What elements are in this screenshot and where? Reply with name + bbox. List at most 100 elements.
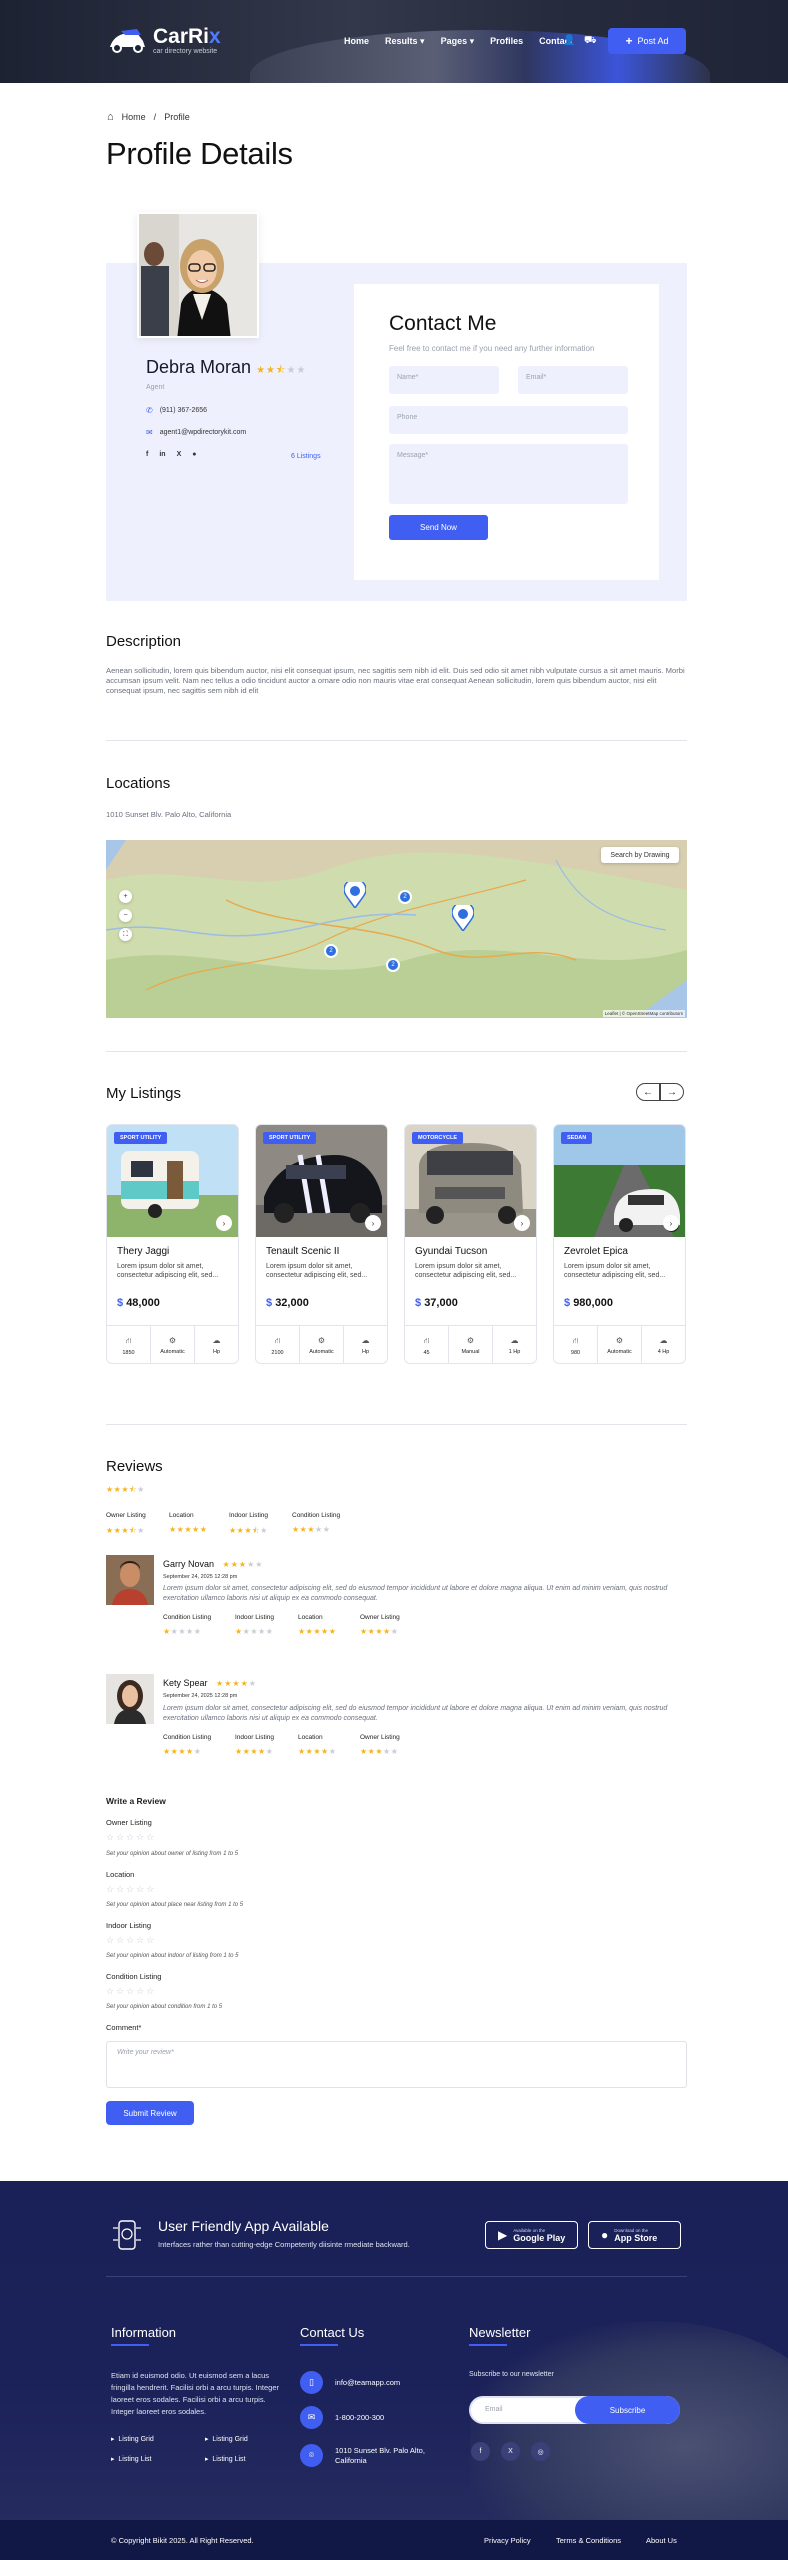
search-by-drawing-button[interactable]: Search by Drawing <box>601 847 679 863</box>
listing-price: $ 37,000 <box>415 1297 458 1309</box>
footer-link[interactable]: ▸ Listing Grid <box>205 2435 248 2443</box>
linkedin-icon[interactable]: in <box>159 451 165 458</box>
listing-card[interactable]: SPORT UTILITY › Tenault Scenic II Lorem … <box>255 1124 388 1364</box>
instagram-icon[interactable]: ◎ <box>531 2442 550 2461</box>
spec-transmission: ⚙ Manual <box>449 1326 493 1363</box>
map-attribution[interactable]: Leaflet | © OpenStreetMap contributors <box>602 1010 685 1017</box>
x-icon[interactable]: X <box>501 2442 520 2461</box>
nav-profiles[interactable]: Profiles <box>490 36 523 47</box>
tiktok-icon[interactable]: ● <box>192 451 196 458</box>
car-compare-icon[interactable]: ⛟ <box>584 35 597 48</box>
rating-stars: ★★★★★ <box>298 1627 337 1636</box>
listing-card[interactable]: SEDAN › Zevrolet Epica Lorem ipsum dolor… <box>553 1124 686 1364</box>
gearbox-icon: ⚙ <box>317 1336 326 1345</box>
listing-specs: ⛙ 1850 ⚙ Automatic ☁ Hp <box>107 1325 238 1363</box>
about-us-link[interactable]: About Us <box>646 2536 677 2545</box>
send-now-button[interactable]: Send Now <box>389 515 488 540</box>
location-icon: ⌾ <box>300 2444 323 2467</box>
footer-address: 1010 Sunset Blv. Palo Alto, California <box>335 2446 425 2465</box>
contact-message-input[interactable]: Message* <box>389 444 628 504</box>
nav-results[interactable]: Results ▾ <box>385 36 425 47</box>
google-play-button[interactable]: ▶ Available on the Google Play <box>485 2221 578 2249</box>
footer-phone[interactable]: 1-800-200-300 <box>335 2413 384 2423</box>
review-stars: ★★★★★ <box>216 1679 257 1688</box>
breadcrumb-separator: / <box>153 112 157 122</box>
map-cluster[interactable]: 2 <box>324 944 338 958</box>
footer-link[interactable]: ▸ Listing List <box>111 2455 151 2463</box>
rating-label: Owner Listing <box>360 1614 400 1621</box>
listing-name[interactable]: Gyundai Tucson <box>415 1246 487 1257</box>
x-icon[interactable]: X <box>177 451 182 458</box>
map-marker-icon[interactable] <box>452 905 474 931</box>
profile-listings-link[interactable]: 6 Listings <box>291 453 321 460</box>
phone-icon: ✆ <box>146 406 153 415</box>
zoom-out-button[interactable]: − <box>119 909 132 922</box>
listing-name[interactable]: Zevrolet Epica <box>564 1246 628 1257</box>
listing-name[interactable]: Tenault Scenic II <box>266 1246 339 1257</box>
comment-textarea[interactable]: Write your review* <box>106 2041 687 2088</box>
user-add-icon[interactable]: 👤 <box>563 35 575 46</box>
map-tiles <box>106 840 687 1018</box>
profile-phone[interactable]: ✆ (911) 367-2656 <box>146 406 207 415</box>
profile-role: Agent <box>146 384 165 391</box>
fullscreen-button[interactable]: ⛶ <box>119 928 132 941</box>
site-logo[interactable]: CarRix car directory website <box>107 26 221 55</box>
next-arrow-button[interactable]: → <box>660 1083 684 1101</box>
contact-name-input[interactable]: Name* <box>389 366 499 394</box>
nav-pages[interactable]: Pages ▾ <box>441 36 475 47</box>
app-store-button[interactable]: ● Download on the App Store <box>588 2221 681 2249</box>
contact-subtitle: Feel free to contact me if you need any … <box>389 344 595 353</box>
locations-title: Locations <box>106 775 171 792</box>
rating-stars: ★★★★★ <box>360 1627 399 1636</box>
nav-home[interactable]: Home <box>344 36 369 47</box>
contact-email-input[interactable]: Email* <box>518 366 628 394</box>
rating-input-stars[interactable]: ☆☆☆☆☆ <box>106 1832 156 1843</box>
breadcrumb-home[interactable]: Home <box>122 112 146 122</box>
rating-stars: ★★★★★ <box>163 1747 202 1756</box>
engine-icon: ☁ <box>510 1336 519 1345</box>
road-icon: ⛙ <box>572 1335 579 1345</box>
map-cluster[interactable]: 2 <box>386 958 400 972</box>
zoom-in-button[interactable]: + <box>119 890 132 903</box>
listing-image: SPORT UTILITY › <box>256 1125 387 1237</box>
footer-link[interactable]: ▸ Listing Grid <box>111 2435 154 2443</box>
post-ad-button[interactable]: + Post Ad <box>608 28 686 54</box>
terms-link[interactable]: Terms & Conditions <box>556 2536 621 2545</box>
listing-description: Lorem ipsum dolor sit amet, consectetur … <box>564 1263 666 1279</box>
rating-input-stars[interactable]: ☆☆☆☆☆ <box>106 1884 156 1895</box>
divider <box>106 1424 687 1425</box>
rating-stars: ★★★★★ <box>360 1747 399 1756</box>
description-title: Description <box>106 633 182 650</box>
overall-rating-stars: ★★★⯪★ <box>106 1485 145 1494</box>
submit-review-button[interactable]: Submit Review <box>106 2101 194 2125</box>
listing-card[interactable]: MOTORCYCLE › Gyundai Tucson Lorem ipsum … <box>404 1124 537 1364</box>
rating-stars: ★★★★★ <box>163 1627 202 1636</box>
rating-label: Location <box>169 1512 194 1519</box>
listing-price: $ 32,000 <box>266 1297 309 1309</box>
rating-input-stars[interactable]: ☆☆☆☆☆ <box>106 1935 156 1946</box>
contact-phone-input[interactable]: Phone <box>389 406 628 434</box>
footer-email[interactable]: info@teamapp.com <box>335 2378 400 2388</box>
listing-card[interactable]: SPORT UTILITY › Thery Jaggi Lorem ipsum … <box>106 1124 239 1364</box>
chevron-right-icon[interactable]: › <box>365 1215 381 1231</box>
rating-input-stars[interactable]: ☆☆☆☆☆ <box>106 1986 156 1997</box>
subscribe-button[interactable]: Subscribe <box>575 2396 680 2424</box>
home-icon[interactable]: ⌂ <box>107 111 114 123</box>
location-map[interactable]: Search by Drawing + − ⛶ 2 2 2 Leaflet | … <box>106 840 687 1018</box>
privacy-policy-link[interactable]: Privacy Policy <box>484 2536 531 2545</box>
rating-stars: ★★★⯪★ <box>229 1526 268 1535</box>
facebook-icon[interactable]: f <box>146 451 148 458</box>
map-cluster[interactable]: 2 <box>398 890 412 904</box>
listing-price: $ 48,000 <box>117 1297 160 1309</box>
listing-name[interactable]: Thery Jaggi <box>117 1246 169 1257</box>
chevron-right-icon[interactable]: › <box>216 1215 232 1231</box>
footer-link[interactable]: ▸ Listing List <box>205 2455 245 2463</box>
chevron-right-icon[interactable]: › <box>663 1215 679 1231</box>
spec-mileage: ⛙ 980 <box>554 1326 598 1363</box>
app-subtitle: Interfaces rather than cutting-edge Comp… <box>158 2240 410 2249</box>
map-marker-icon[interactable] <box>344 882 366 908</box>
prev-arrow-button[interactable]: ← <box>636 1083 660 1101</box>
chevron-right-icon[interactable]: › <box>514 1215 530 1231</box>
profile-email[interactable]: ✉ agent1@wpdirectorykit.com <box>146 428 246 437</box>
facebook-icon[interactable]: f <box>471 2442 490 2461</box>
